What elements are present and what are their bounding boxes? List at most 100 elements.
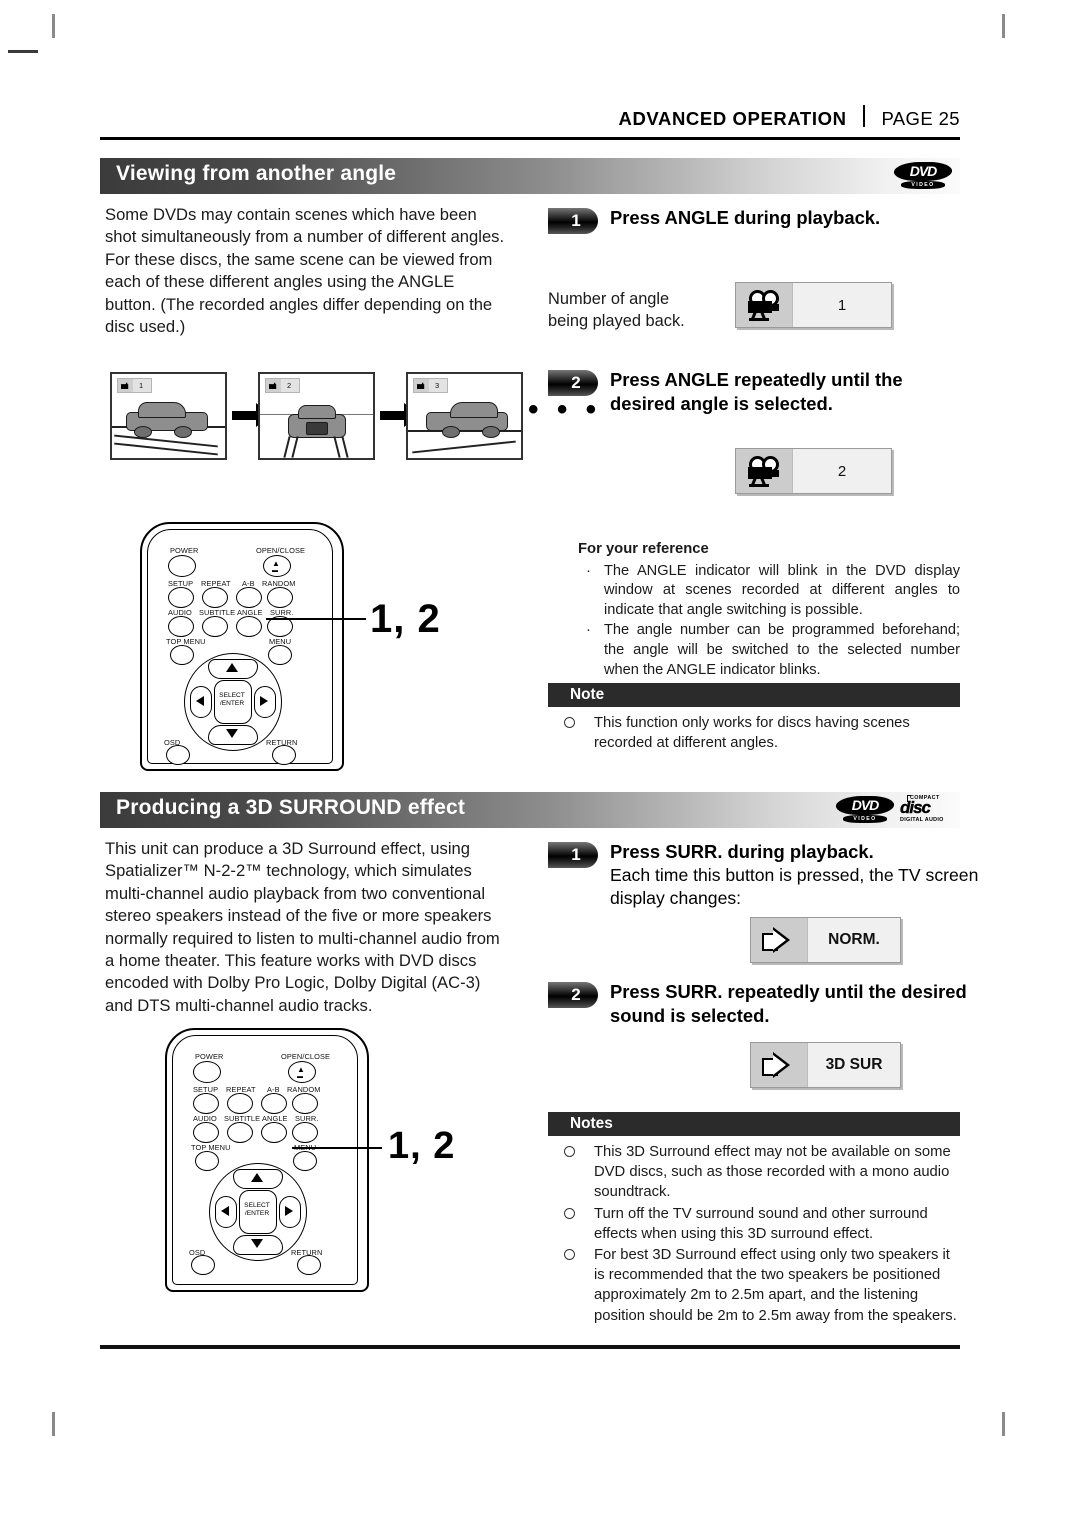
remote-label-open-close: OPEN/CLOSE bbox=[281, 1052, 331, 1061]
bullet-icon: · bbox=[586, 561, 591, 579]
dvd-video-logo-icon: DVD VIDEO bbox=[892, 162, 954, 190]
remote-button-angle[interactable] bbox=[261, 1122, 287, 1143]
circle-bullet-icon bbox=[564, 1146, 575, 1157]
step-number: 2 bbox=[571, 373, 581, 392]
camera-icon-cell bbox=[736, 449, 793, 493]
remote-button-ab[interactable] bbox=[236, 587, 262, 608]
camera-icon-cell bbox=[736, 283, 793, 327]
scene-badge: 2 bbox=[265, 378, 301, 393]
scene-thumbnail-3: 3 bbox=[406, 372, 523, 460]
for-your-reference-block: For your reference · The ANGLE indicator… bbox=[578, 540, 960, 681]
remote-button-top-menu[interactable] bbox=[195, 1151, 219, 1171]
header-section-title: ADVANCED OPERATION bbox=[618, 107, 847, 129]
note-list-viewing-angle: This function only works for discs havin… bbox=[548, 713, 962, 754]
osd-surround-display-2: 3D SUR bbox=[750, 1042, 901, 1088]
remote-button-random[interactable] bbox=[267, 587, 293, 608]
footer-rule bbox=[100, 1345, 960, 1349]
remote-label-power: POWER bbox=[170, 546, 199, 555]
arrow-up-icon bbox=[251, 1173, 263, 1182]
step-number-badge: 2 bbox=[548, 982, 598, 1008]
arrow-down-icon bbox=[251, 1239, 263, 1248]
remote-button-subtitle[interactable] bbox=[227, 1122, 253, 1143]
note-bar-title: Notes bbox=[570, 1115, 613, 1132]
circle-bullet-icon bbox=[564, 1207, 575, 1219]
remote-button-repeat[interactable] bbox=[202, 587, 228, 608]
scene-thumbnail-1: 1 bbox=[110, 372, 227, 460]
osd-angle-display-1: 1 bbox=[735, 282, 892, 328]
running-header: ADVANCED OPERATION PAGE 25 bbox=[100, 105, 960, 130]
header-page-number: PAGE 25 bbox=[881, 107, 960, 129]
remote-button-menu[interactable] bbox=[268, 645, 292, 665]
arrow-left-icon bbox=[196, 696, 204, 706]
remote-button-audio[interactable] bbox=[168, 616, 194, 637]
remote-button-power[interactable] bbox=[168, 555, 196, 577]
step-number-badge: 1 bbox=[548, 208, 598, 234]
remote-button-random[interactable] bbox=[292, 1093, 318, 1114]
step-title-text: Press SURR. during playback. bbox=[610, 841, 874, 862]
note-bar-surround: Notes bbox=[548, 1112, 960, 1136]
arrow-right-icon bbox=[260, 696, 268, 706]
note-item-text: For best 3D Surround effect using only t… bbox=[594, 1247, 957, 1324]
callout-leader-line-1 bbox=[266, 618, 366, 620]
step-number: 1 bbox=[571, 845, 581, 864]
reference-item-text: The ANGLE indicator will blink in the DV… bbox=[604, 562, 960, 618]
speaker-icon bbox=[762, 1052, 796, 1078]
remote-button-surr[interactable] bbox=[292, 1122, 318, 1143]
remote-label-select-enter: SELECT/ENTER bbox=[244, 1202, 270, 1217]
remote-label-select-enter: SELECT/ENTER bbox=[219, 692, 245, 707]
note-item-text: This 3D Surround effect may not be avail… bbox=[594, 1144, 951, 1201]
note-item-text: This function only works for discs havin… bbox=[594, 715, 910, 752]
remote-button-osd[interactable] bbox=[191, 1255, 215, 1275]
header-divider bbox=[862, 105, 865, 127]
intro-paragraph: Some DVDs may contain scenes which have … bbox=[105, 205, 505, 337]
speaker-icon bbox=[762, 927, 796, 953]
remote-button-subtitle[interactable] bbox=[202, 616, 228, 637]
intro-paragraph: This unit can produce a 3D Surround effe… bbox=[105, 839, 500, 1015]
dvd-logo-text: DVD bbox=[909, 163, 938, 179]
circle-bullet-icon bbox=[564, 1249, 575, 1261]
step-number-badge: 2 bbox=[548, 370, 598, 396]
scene-ellipsis: • • • bbox=[528, 393, 602, 426]
remote-button-power[interactable] bbox=[193, 1061, 221, 1083]
camera-badge-icon bbox=[414, 379, 429, 392]
camera-icon bbox=[747, 456, 781, 488]
eject-icon-bar: ▬ bbox=[297, 1074, 303, 1080]
note-item: For best 3D Surround effect using only t… bbox=[548, 1245, 962, 1326]
note-bar-title: Note bbox=[570, 686, 605, 703]
remote-button-osd[interactable] bbox=[166, 745, 190, 765]
osd-value: 3D SUR bbox=[808, 1043, 900, 1087]
remote-control-diagram-2: POWER OPEN/CLOSE ▲ ▬ SETUP REPEAT A-B RA… bbox=[165, 1028, 369, 1292]
remote-button-return[interactable] bbox=[297, 1255, 321, 1275]
remote-button-return[interactable] bbox=[272, 745, 296, 765]
reference-item-text: The angle number can be programmed befor… bbox=[604, 622, 960, 678]
remote-button-setup[interactable] bbox=[168, 587, 194, 608]
arrow-down-icon bbox=[226, 729, 238, 738]
viewing-angle-intro: Some DVDs may contain scenes which have … bbox=[105, 204, 505, 338]
eject-icon-bar: ▬ bbox=[272, 568, 278, 574]
angle-osd-caption: Number of angle being played back. bbox=[548, 288, 728, 332]
crop-mark-top-left bbox=[52, 14, 55, 38]
note-item: This 3D Surround effect may not be avail… bbox=[548, 1142, 962, 1203]
cd-logo-disc-text: disc bbox=[900, 798, 931, 817]
remote-button-menu[interactable] bbox=[293, 1151, 317, 1171]
bullet-icon: · bbox=[586, 621, 591, 639]
remote-label-open-close: OPEN/CLOSE bbox=[256, 546, 306, 555]
remote-control-diagram-1: POWER OPEN/CLOSE ▲ ▬ SETUP REPEAT A-B RA… bbox=[140, 522, 344, 771]
remote-button-setup[interactable] bbox=[193, 1093, 219, 1114]
caption-line-1: Number of angle bbox=[548, 290, 670, 308]
reference-item: · The angle number can be programmed bef… bbox=[578, 621, 960, 680]
remote-button-audio[interactable] bbox=[193, 1122, 219, 1143]
arrow-left-icon bbox=[221, 1206, 229, 1216]
remote-button-angle[interactable] bbox=[236, 616, 262, 637]
arrow-up-icon bbox=[226, 663, 238, 672]
note-bar-viewing-angle: Note bbox=[548, 683, 960, 707]
crop-mark-bottom-left bbox=[52, 1412, 55, 1436]
scene-badge-number: 1 bbox=[139, 381, 144, 390]
arrow-right-icon bbox=[285, 1206, 293, 1216]
scene-thumbnail-2: 2 bbox=[258, 372, 375, 460]
scene-badge: 1 bbox=[117, 378, 153, 393]
remote-button-top-menu[interactable] bbox=[170, 645, 194, 665]
remote-button-repeat[interactable] bbox=[227, 1093, 253, 1114]
remote-button-ab[interactable] bbox=[261, 1093, 287, 1114]
note-list-surround: This 3D Surround effect may not be avail… bbox=[548, 1142, 962, 1327]
